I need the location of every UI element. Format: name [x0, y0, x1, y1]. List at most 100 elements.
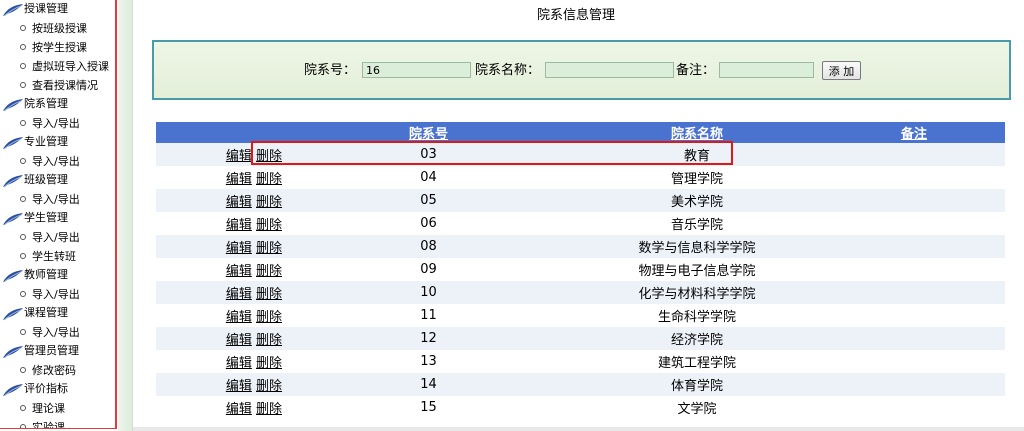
- remark-input[interactable]: [719, 62, 814, 78]
- row-actions: 编辑 删除: [156, 235, 286, 258]
- leaf-icon: [3, 384, 23, 397]
- sidebar-group[interactable]: 专业管理: [0, 133, 115, 152]
- edit-link[interactable]: 编辑: [226, 172, 252, 187]
- leaf-icon: [3, 137, 23, 150]
- delete-link[interactable]: 删除: [256, 172, 282, 187]
- header-dept-id[interactable]: 院系号: [286, 122, 571, 143]
- dept-table: 院系号 院系名称 备注 编辑 删除 03 教育 编辑 删除 04 管理学院 编辑 删除 05 美…: [156, 122, 1005, 419]
- bullet-icon: [20, 253, 26, 259]
- row-actions: 编辑 删除: [156, 327, 286, 350]
- table-row: 编辑 删除 09 物理与电子信息学院: [156, 258, 1005, 281]
- edit-link[interactable]: 编辑: [226, 149, 252, 164]
- sidebar-item[interactable]: 理论课: [0, 399, 115, 418]
- dept-id-cell: 14: [286, 373, 571, 396]
- sidebar-item-label: 导入/导出: [32, 117, 80, 130]
- sidebar-item[interactable]: 导入/导出: [0, 114, 115, 133]
- edit-link[interactable]: 编辑: [226, 195, 252, 210]
- row-actions: 编辑 删除: [156, 212, 286, 235]
- bullet-icon: [20, 82, 26, 88]
- sidebar-group[interactable]: 班级管理: [0, 171, 115, 190]
- sidebar-group[interactable]: 学生管理: [0, 209, 115, 228]
- dept-id-cell: 10: [286, 281, 571, 304]
- remark-cell: [823, 166, 1005, 189]
- delete-link[interactable]: 删除: [256, 195, 282, 210]
- frame-splitter[interactable]: [118, 0, 133, 431]
- sidebar-group[interactable]: 教师管理: [0, 266, 115, 285]
- delete-link[interactable]: 删除: [256, 379, 282, 394]
- dept-id-cell: 04: [420, 170, 437, 185]
- edit-link[interactable]: 编辑: [226, 287, 252, 302]
- row-actions: 编辑 删除: [156, 304, 286, 327]
- dept-name-input[interactable]: [545, 62, 674, 78]
- sidebar-item[interactable]: 按班级授课: [0, 19, 115, 38]
- sidebar-item[interactable]: 导入/导出: [0, 152, 115, 171]
- edit-link[interactable]: 编辑: [226, 402, 252, 417]
- header-remark[interactable]: 备注: [823, 122, 1005, 143]
- sidebar-group[interactable]: 评价指标: [0, 380, 115, 399]
- table-row: 编辑 删除 06 音乐学院: [156, 212, 1005, 235]
- delete-link[interactable]: 删除: [256, 356, 282, 371]
- sidebar-group-label: 授课管理: [24, 2, 68, 15]
- sidebar-item[interactable]: 查看授课情况: [0, 76, 115, 95]
- dept-id-cell: 05: [286, 189, 571, 212]
- sidebar-item-label: 按学生授课: [32, 41, 87, 54]
- sidebar-item-label: 按班级授课: [32, 22, 87, 35]
- delete-link[interactable]: 删除: [256, 264, 282, 279]
- edit-link[interactable]: 编辑: [226, 241, 252, 256]
- sidebar-group[interactable]: 管理员管理: [0, 342, 115, 361]
- sidebar-group[interactable]: 院系管理: [0, 95, 115, 114]
- sidebar-item[interactable]: 导入/导出: [0, 285, 115, 304]
- leaf-icon: [3, 346, 23, 359]
- edit-link[interactable]: 编辑: [226, 218, 252, 233]
- sidebar-menu: 授课管理 按班级授课 按学生授课 虚拟班导入授课 查看授课情况 院系管理 导入/导出 专业管理…: [0, 0, 117, 429]
- edit-link[interactable]: 编辑: [226, 356, 252, 371]
- sidebar-item[interactable]: 导入/导出: [0, 323, 115, 342]
- sidebar-item[interactable]: 虚拟班导入授课: [0, 57, 115, 76]
- sidebar-item[interactable]: 导入/导出: [0, 228, 115, 247]
- remark-cell: [823, 258, 1005, 281]
- delete-link[interactable]: 删除: [256, 333, 282, 348]
- delete-link[interactable]: 删除: [256, 402, 282, 417]
- leaf-icon: [3, 213, 23, 226]
- leaf-icon: [3, 175, 23, 188]
- delete-link[interactable]: 删除: [256, 310, 282, 325]
- sidebar-group-label: 课程管理: [24, 306, 68, 319]
- edit-link[interactable]: 编辑: [226, 333, 252, 348]
- remark-cell: [823, 143, 1005, 166]
- header-dept-name[interactable]: 院系名称: [571, 122, 823, 143]
- delete-link[interactable]: 删除: [256, 218, 282, 233]
- sidebar-group[interactable]: 课程管理: [0, 304, 115, 323]
- sidebar-item[interactable]: 学生转班: [0, 247, 115, 266]
- dept-id-label: 院系号：: [304, 63, 357, 78]
- edit-link[interactable]: 编辑: [226, 264, 252, 279]
- sidebar-item[interactable]: 按学生授课: [0, 38, 115, 57]
- bullet-icon: [20, 120, 26, 126]
- sidebar-item-label: 修改密码: [32, 364, 76, 377]
- remark-cell: [823, 189, 1005, 212]
- delete-link[interactable]: 删除: [256, 149, 282, 164]
- sidebar-item[interactable]: 导入/导出: [0, 190, 115, 209]
- remark-cell: [823, 304, 1005, 327]
- add-button[interactable]: 添 加: [822, 61, 861, 80]
- dept-name-cell: 经济学院: [571, 327, 823, 350]
- sidebar-item[interactable]: 实验课: [0, 418, 115, 429]
- edit-link[interactable]: 编辑: [226, 310, 252, 325]
- edit-link[interactable]: 编辑: [226, 379, 252, 394]
- row-actions: 编辑 删除: [156, 350, 286, 373]
- sidebar-item[interactable]: 修改密码: [0, 361, 115, 380]
- add-dept-form: 院系号： 院系名称： 备注： 添 加: [152, 40, 1011, 100]
- dept-id-cell: 09: [420, 262, 437, 277]
- sidebar-group-label: 专业管理: [24, 135, 68, 148]
- delete-link[interactable]: 删除: [256, 287, 282, 302]
- table-row: 编辑 删除 12 经济学院: [156, 327, 1005, 350]
- page-title: 院系信息管理: [537, 8, 616, 23]
- horizontal-scrollbar[interactable]: [133, 427, 1024, 431]
- remark-label: 备注：: [676, 63, 716, 78]
- dept-id-input[interactable]: [362, 62, 471, 78]
- delete-link[interactable]: 删除: [256, 241, 282, 256]
- dept-name-cell: 体育学院: [571, 373, 823, 396]
- sidebar-item-label: 实验课: [32, 421, 65, 429]
- bullet-icon: [20, 63, 26, 69]
- row-actions: 编辑 删除: [156, 258, 286, 281]
- sidebar-group[interactable]: 授课管理: [0, 0, 115, 19]
